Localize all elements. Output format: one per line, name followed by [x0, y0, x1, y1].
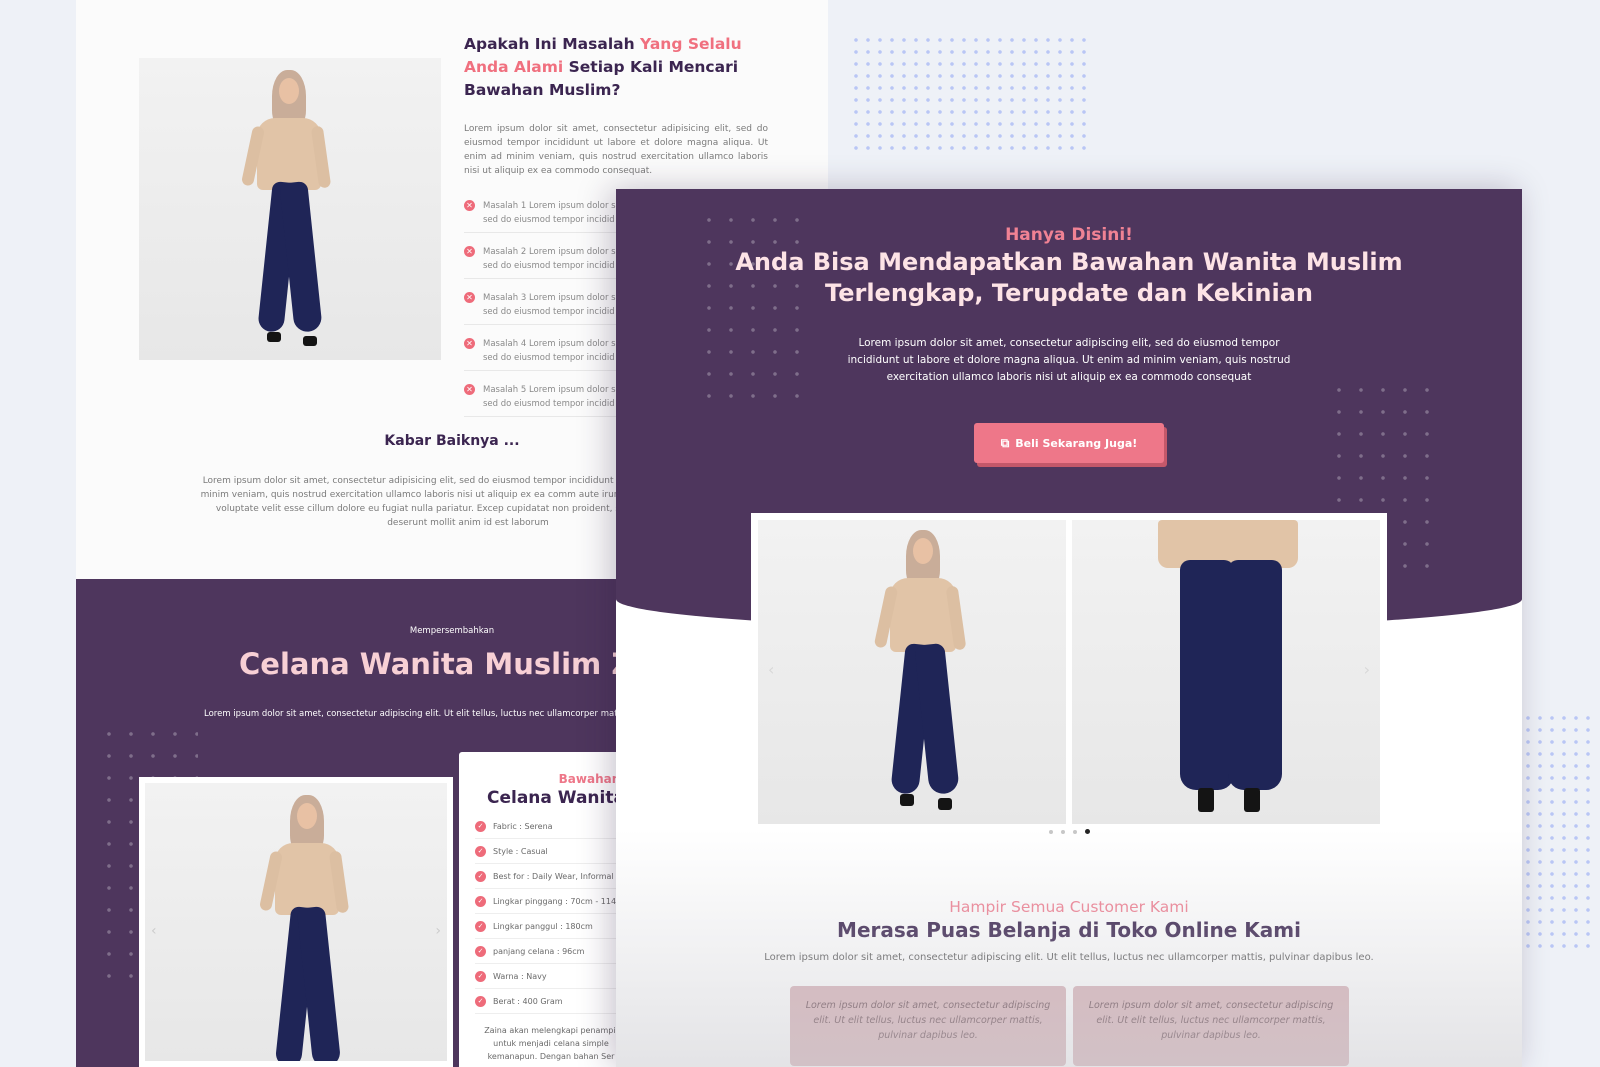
close-circle-icon: ✕: [464, 384, 475, 395]
check-circle-icon: ✓: [475, 995, 486, 1007]
problem-line-1: Masalah 5 Lorem ipsum dolor s: [483, 385, 616, 395]
buy-now-label: Beli Sekarang Juga!: [1015, 436, 1138, 450]
problem-line-1: Masalah 3 Lorem ipsum dolor s: [483, 293, 616, 303]
testimonial-title: Merasa Puas Belanja di Toko Online Kami: [837, 918, 1301, 942]
spec-text: Lingkar panggul : 180cm: [493, 921, 593, 931]
check-circle-icon: ✓: [475, 970, 486, 982]
close-circle-icon: ✕: [464, 246, 475, 257]
problem-line-1: Masalah 4 Lorem ipsum dolor s: [483, 339, 616, 349]
problem-text: Masalah 2 Lorem ipsum dolor s sed do eius…: [483, 245, 616, 273]
hero-headline-line-1: Anda Bisa Mendapatkan Bawahan Wanita Mus…: [735, 248, 1403, 276]
hero-headline: Anda Bisa Mendapatkan Bawahan Wanita Mus…: [616, 247, 1522, 309]
spec-text: Style : Casual: [493, 846, 548, 856]
problem-intro: Lorem ipsum dolor sit amet, consectetur …: [464, 124, 768, 176]
problem-line-2: sed do eiusmod tempor incidid: [483, 261, 615, 271]
check-circle-icon: ✓: [475, 945, 486, 957]
problem-line-2: sed do eiusmod tempor incidid: [483, 399, 615, 409]
carousel-dot[interactable]: [1084, 829, 1090, 834]
close-circle-icon: ✕: [464, 338, 475, 349]
check-circle-icon: ✓: [475, 820, 486, 832]
carousel-next-icon[interactable]: ›: [435, 923, 441, 939]
carousel-prev-icon[interactable]: ‹: [768, 660, 774, 679]
bottom-fade-overlay: [616, 829, 1522, 1067]
carousel-next-icon[interactable]: ›: [1364, 660, 1370, 679]
spec-text: Lingkar pinggang : 70cm - 114cm: [493, 896, 629, 906]
carousel-dot[interactable]: [1048, 830, 1053, 834]
spec-text: Fabric : Serena: [493, 821, 553, 831]
card-footer: Zaina akan melengkapi penampil untuk men…: [484, 1026, 618, 1061]
carousel-slide-front: ‹: [758, 520, 1066, 824]
carousel-dot[interactable]: [1060, 830, 1065, 834]
carousel-slide-back: ›: [1072, 520, 1380, 824]
testimonial-sub: Lorem ipsum dolor sit amet, consectetur …: [764, 952, 1374, 963]
product-carousel: ‹ ›: [751, 513, 1387, 831]
product-photo-card: ‹ ›: [139, 777, 453, 1067]
problem-text: Masalah 1 Lorem ipsum dolor s sed do eius…: [483, 199, 616, 227]
spec-text: Best for : Daily Wear, Informal Eve: [493, 871, 631, 881]
hero-headline-line-2: Terlengkap, Terupdate dan Kekinian: [825, 279, 1313, 307]
spec-text: Berat : 400 Gram: [493, 996, 563, 1006]
check-circle-icon: ✓: [475, 870, 486, 882]
testimonial-card-1: Lorem ipsum dolor sit amet, consectetur …: [790, 986, 1066, 1066]
problem-text: Masalah 4 Lorem ipsum dolor s sed do eius…: [483, 337, 616, 365]
problem-line-2: sed do eiusmod tempor incidid: [483, 307, 615, 317]
decorative-dot-grid-top: [850, 34, 1090, 154]
problem-line-2: sed do eiusmod tempor incidid: [483, 215, 615, 225]
check-circle-icon: ✓: [475, 845, 486, 857]
problem-line-1: Masalah 2 Lorem ipsum dolor s: [483, 247, 616, 257]
decorative-dot-grid-right: [1522, 712, 1592, 952]
problem-line-1: Masalah 1 Lorem ipsum dolor s: [483, 201, 616, 211]
close-circle-icon: ✕: [464, 200, 475, 211]
spec-text: panjang celana : 96cm: [493, 946, 585, 956]
problem-text: Masalah 5 Lorem ipsum dolor s sed do eius…: [483, 383, 616, 411]
problem-title: Apakah Ini Masalah Yang Selalu Anda Alam…: [464, 35, 742, 99]
model-figure: [239, 70, 339, 355]
problem-text: Masalah 3 Lorem ipsum dolor s sed do eius…: [483, 291, 616, 319]
carousel-dots: [616, 819, 1522, 838]
hero-kicker: Hanya Disini!: [1005, 225, 1133, 245]
testimonial-kicker: Hampir Semua Customer Kami: [949, 898, 1189, 916]
testimonial-card-2: Lorem ipsum dolor sit amet, consectetur …: [1073, 986, 1349, 1066]
product-photo-front: [139, 58, 441, 360]
hero-text: Lorem ipsum dolor sit amet, consectetur …: [847, 337, 1291, 383]
check-circle-icon: ✓: [475, 920, 486, 932]
check-circle-icon: ✓: [475, 895, 486, 907]
front-page-preview: Hanya Disini! Anda Bisa Mendapatkan Bawa…: [616, 189, 1522, 1067]
buy-now-button[interactable]: ⧉ Beli Sekarang Juga!: [974, 423, 1164, 463]
carousel-dot[interactable]: [1072, 830, 1077, 834]
close-circle-icon: ✕: [464, 292, 475, 303]
problem-line-2: sed do eiusmod tempor incidid: [483, 353, 615, 363]
spec-text: Warna : Navy: [493, 971, 547, 981]
carousel-prev-icon[interactable]: ‹: [151, 923, 157, 939]
external-link-icon: ⧉: [1000, 435, 1010, 450]
